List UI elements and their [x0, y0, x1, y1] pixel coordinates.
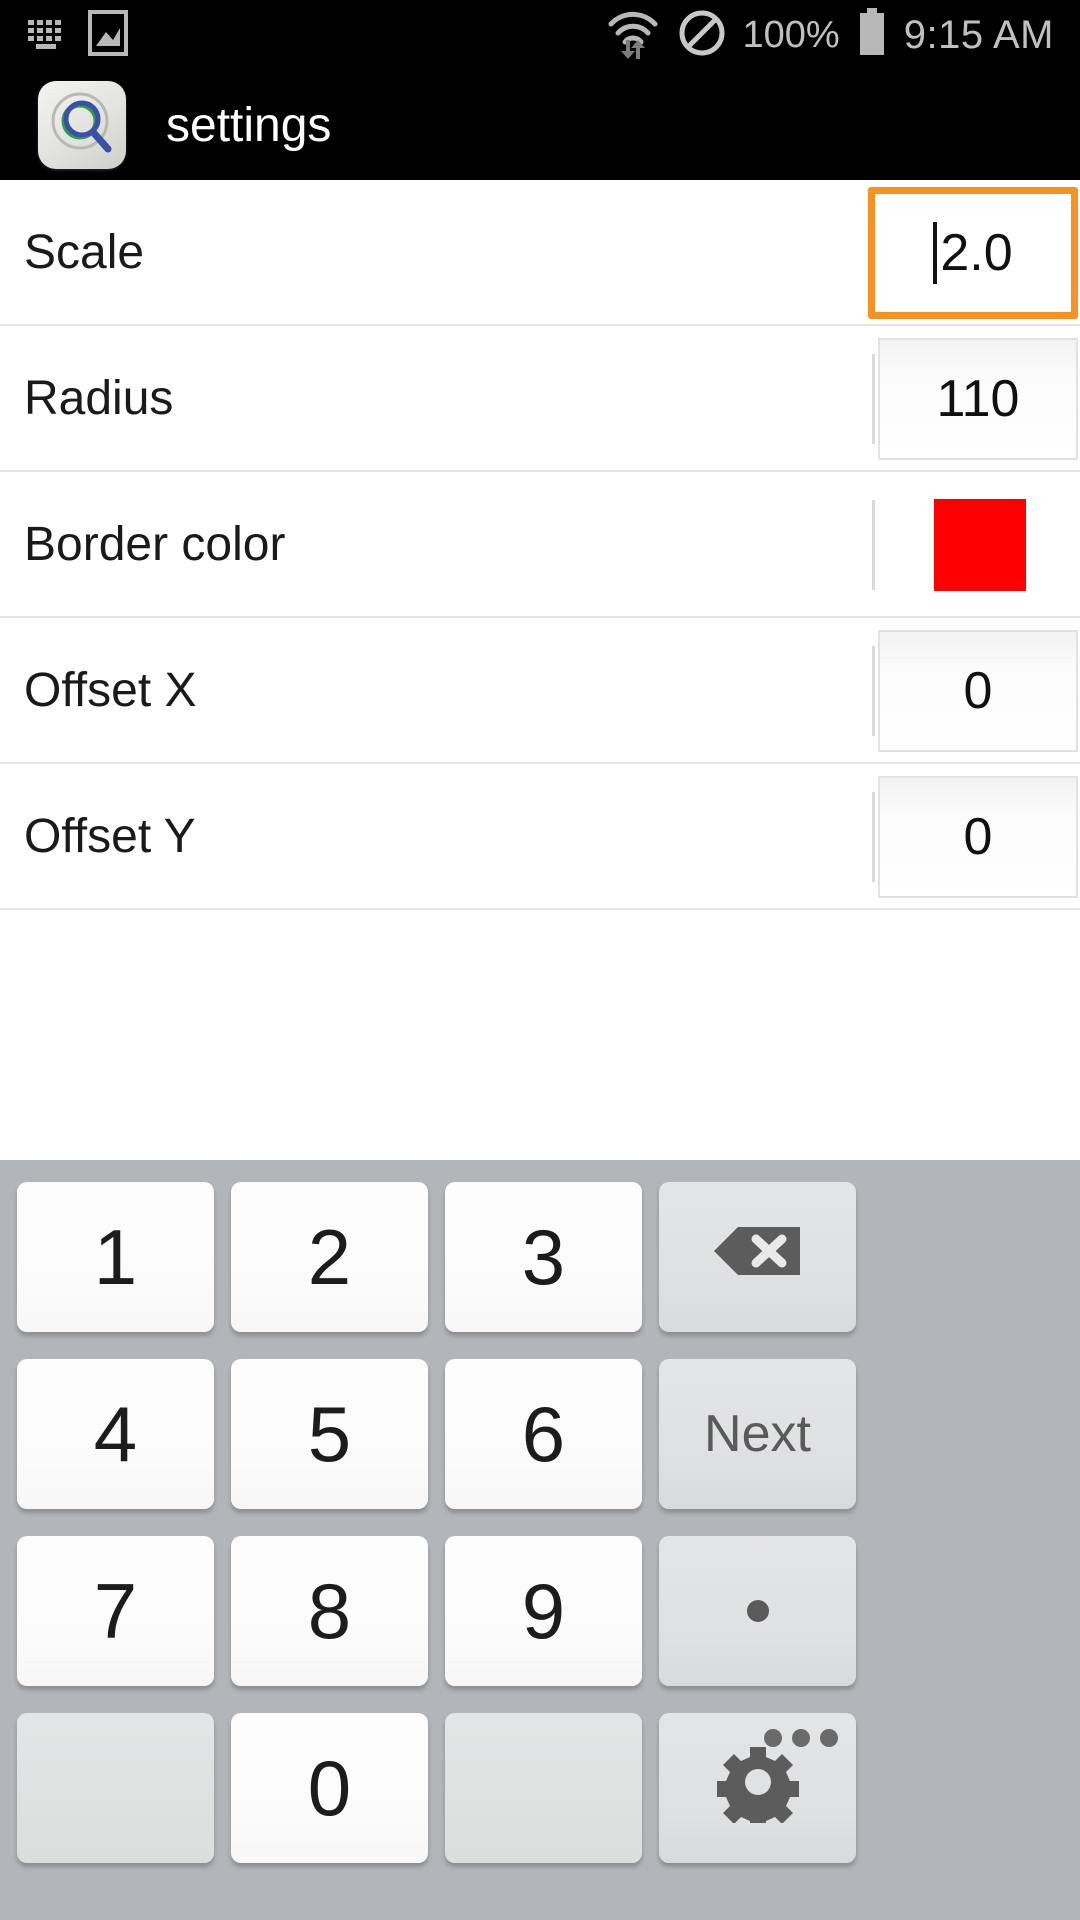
row-widget-border-color: [934, 472, 1080, 618]
keyboard-row: 7 8 9: [0, 1530, 1080, 1707]
key-next[interactable]: Next: [659, 1359, 856, 1509]
key-2[interactable]: 2: [231, 1182, 428, 1332]
scale-input[interactable]: 2.0: [868, 187, 1078, 319]
numeric-keyboard: 1 2 3 4 5 6 Next 7 8 9 0: [0, 1160, 1080, 1920]
radius-input[interactable]: 110: [878, 338, 1078, 460]
offset-x-input-value: 0: [963, 662, 993, 720]
row-widget-offset-x: 0: [878, 618, 1080, 764]
scale-input-value: 2.0: [940, 224, 1013, 282]
keyboard-row: 0: [0, 1707, 1080, 1884]
row-label-scale: Scale: [24, 225, 145, 279]
screenshot-icon: [88, 9, 128, 61]
key-label: 6: [521, 1389, 566, 1478]
text-caret: [933, 222, 938, 284]
page-title: settings: [166, 98, 332, 152]
key-9[interactable]: 9: [445, 1536, 642, 1686]
key-label: 0: [307, 1743, 352, 1832]
offset-y-input-value: 0: [963, 808, 993, 866]
settings-row-scale[interactable]: Scale 2.0: [0, 180, 1080, 326]
app-bar: settings: [0, 70, 1080, 180]
key-backspace[interactable]: [659, 1182, 856, 1332]
keyboard-row: 1 2 3: [0, 1176, 1080, 1353]
row-label-radius: Radius: [24, 371, 174, 425]
key-period[interactable]: [659, 1536, 856, 1686]
row-divider: [872, 792, 875, 882]
key-blank-left[interactable]: [17, 1713, 214, 1863]
radius-input-value: 110: [936, 370, 1020, 428]
key-1[interactable]: 1: [17, 1182, 214, 1332]
key-4[interactable]: 4: [17, 1359, 214, 1509]
key-label: 3: [521, 1212, 566, 1301]
keyboard-row: 4 5 6 Next: [0, 1353, 1080, 1530]
row-label-border-color: Border color: [24, 517, 286, 571]
wifi-icon: [605, 7, 661, 64]
key-label: 2: [307, 1212, 352, 1301]
key-label: 4: [93, 1389, 138, 1478]
backspace-icon: [712, 1223, 804, 1292]
settings-list: Scale 2.0 Radius 110 Border color Offset…: [0, 180, 1080, 910]
offset-y-input[interactable]: 0: [878, 776, 1078, 898]
row-widget-scale: 2.0: [868, 180, 1080, 326]
do-not-disturb-icon: [677, 8, 727, 63]
gear-icon: [715, 1741, 800, 1836]
battery-percent-label: 100%: [742, 13, 840, 56]
key-label: 8: [307, 1566, 352, 1655]
period-icon: [746, 1600, 769, 1622]
row-widget-offset-y: 0: [878, 764, 1080, 910]
battery-full-icon: [856, 7, 888, 63]
offset-x-input[interactable]: 0: [878, 630, 1078, 752]
overflow-dots-icon: [764, 1729, 838, 1747]
key-label: Next: [704, 1405, 811, 1463]
settings-row-border-color[interactable]: Border color: [0, 472, 1080, 618]
keyboard-icon: [24, 15, 70, 56]
key-6[interactable]: 6: [445, 1359, 642, 1509]
row-divider: [872, 646, 875, 736]
phone-screen: 100% 9:15 AM settings Scale 2.0 Radius 1…: [0, 0, 1080, 1920]
key-0[interactable]: 0: [231, 1713, 428, 1863]
key-label: 9: [521, 1566, 566, 1655]
key-3[interactable]: 3: [445, 1182, 642, 1332]
row-label-offset-y: Offset Y: [24, 809, 196, 863]
key-8[interactable]: 8: [231, 1536, 428, 1686]
magnifier-app-icon[interactable]: [38, 81, 126, 169]
key-7[interactable]: 7: [17, 1536, 214, 1686]
key-5[interactable]: 5: [231, 1359, 428, 1509]
key-blank-right[interactable]: [445, 1713, 642, 1863]
settings-row-radius[interactable]: Radius 110: [0, 326, 1080, 472]
row-label-offset-x: Offset X: [24, 663, 197, 717]
key-label: 1: [93, 1212, 138, 1301]
border-color-swatch[interactable]: [934, 499, 1026, 591]
row-divider: [872, 354, 875, 444]
key-label: 5: [307, 1389, 352, 1478]
key-settings[interactable]: [659, 1713, 856, 1863]
row-widget-radius: 110: [878, 326, 1080, 472]
settings-row-offset-x[interactable]: Offset X 0: [0, 618, 1080, 764]
status-bar-right-cluster: 100% 9:15 AM: [605, 7, 1080, 64]
status-bar: 100% 9:15 AM: [0, 0, 1080, 70]
settings-row-offset-y[interactable]: Offset Y 0: [0, 764, 1080, 910]
row-divider: [872, 500, 875, 590]
key-label: 7: [93, 1566, 138, 1655]
clock-label: 9:15 AM: [903, 12, 1054, 57]
status-bar-left-icons: [0, 9, 128, 61]
